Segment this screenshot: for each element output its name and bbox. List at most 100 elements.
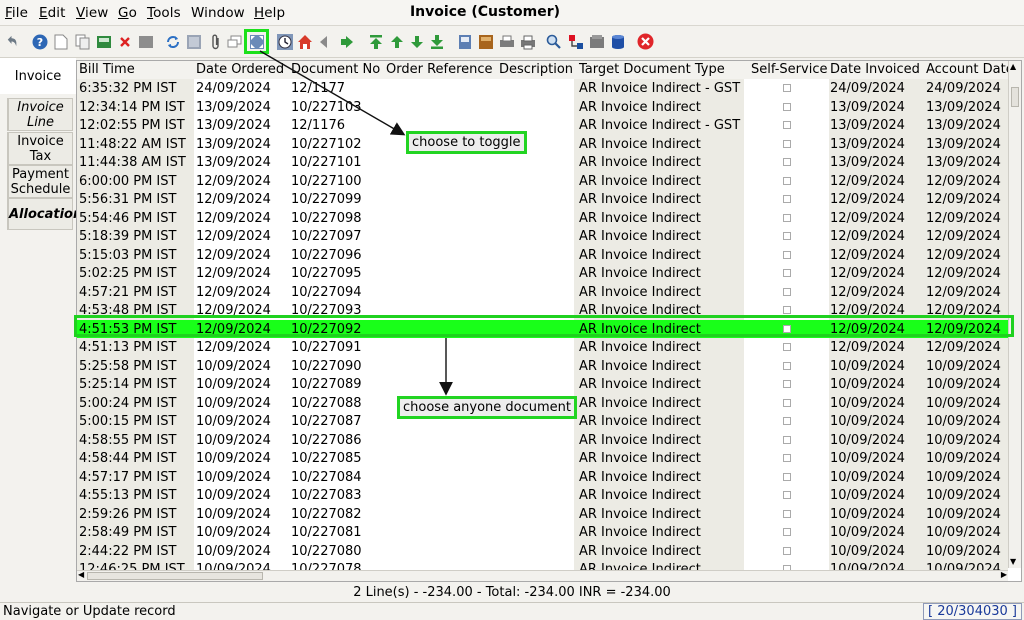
help-icon[interactable]: ? [31, 33, 48, 50]
column-header-date-ordered[interactable]: Date Ordered [196, 62, 284, 77]
table-row[interactable]: 4:57:21 PM IST 12/09/2024 10/227094 AR Invo… [77, 282, 1008, 301]
self-service-checkbox[interactable] [783, 250, 791, 259]
table-row[interactable]: 5:15:03 PM IST 12/09/2024 10/227096 AR Invo… [77, 245, 1008, 264]
previous-record-icon[interactable] [388, 33, 405, 50]
menu-tools[interactable]: Tools [147, 5, 181, 21]
table-row[interactable]: 5:18:39 PM IST 12/09/2024 10/227097 AR Invo… [77, 227, 1008, 246]
table-row[interactable]: 11:44:38 AM IST 13/09/2024 10/227101 AR Inv… [77, 153, 1008, 172]
table-row[interactable]: 5:56:31 PM IST 12/09/2024 10/227099 AR Invo… [77, 190, 1008, 209]
self-service-checkbox[interactable] [783, 213, 791, 222]
detail-record-icon[interactable] [338, 33, 355, 50]
horizontal-scroll-thumb[interactable] [87, 572, 263, 580]
print-icon[interactable] [519, 33, 536, 50]
delete-icon[interactable] [116, 33, 133, 50]
menu-go[interactable]: Go [118, 5, 137, 21]
vertical-scrollbar[interactable]: ▲ ▼ [1008, 61, 1021, 568]
self-service-checkbox[interactable] [783, 269, 791, 277]
self-service-checkbox[interactable] [783, 491, 791, 499]
record-counter[interactable]: [ 20/304030 ] [923, 603, 1022, 620]
exit-icon[interactable] [637, 33, 654, 50]
self-service-checkbox[interactable] [783, 102, 791, 111]
menu-help[interactable]: Help [254, 5, 285, 21]
self-service-checkbox[interactable] [783, 343, 791, 351]
tab-invoice[interactable]: Invoice [0, 58, 76, 94]
request-icon[interactable] [588, 33, 605, 50]
find-icon[interactable] [185, 33, 202, 50]
table-row[interactable]: 2:44:22 PM IST 10/09/2024 10/227080 AR Invo… [77, 541, 1008, 560]
menu-file[interactable]: File [5, 5, 28, 21]
home-icon[interactable] [296, 33, 313, 50]
column-header-account-date[interactable]: Account Date [926, 62, 1014, 77]
table-row[interactable]: 6:35:32 PM IST 24/09/2024 12/1177 AR Invoic… [77, 79, 1008, 98]
self-service-checkbox[interactable] [783, 139, 791, 148]
save-icon[interactable] [95, 33, 112, 50]
self-service-checkbox[interactable] [783, 158, 791, 166]
vertical-scroll-thumb[interactable] [1011, 87, 1019, 107]
copy-record-icon[interactable] [74, 33, 91, 50]
table-row[interactable]: 4:51:53 PM IST 12/09/2024 10/227092 AR Invo… [77, 319, 1008, 338]
column-header-date-invoiced[interactable]: Date Invoiced [830, 62, 920, 77]
scroll-down-icon[interactable]: ▼ [1010, 557, 1016, 566]
self-service-checkbox[interactable] [783, 417, 791, 425]
table-row[interactable]: 5:25:58 PM IST 10/09/2024 10/227090 AR Invo… [77, 356, 1008, 375]
archive-icon[interactable] [477, 33, 494, 50]
table-row[interactable]: 12:02:55 PM IST 13/09/2024 12/1176 AR Invoi… [77, 116, 1008, 135]
tab-invoice-line[interactable]: Invoice Line [7, 98, 73, 131]
column-header-self-service[interactable]: Self-Service [751, 62, 827, 77]
table-row[interactable]: 5:02:25 PM IST 12/09/2024 10/227095 AR Invo… [77, 264, 1008, 283]
table-row[interactable]: 4:55:13 PM IST 10/09/2024 10/227083 AR Invo… [77, 486, 1008, 505]
self-service-checkbox[interactable] [783, 472, 791, 481]
column-header-target-document-type[interactable]: Target Document Type [579, 62, 725, 77]
table-row[interactable]: 12:34:14 PM IST 13/09/2024 10/227103 AR Inv… [77, 97, 1008, 116]
table-row[interactable]: 5:54:46 PM IST 12/09/2024 10/227098 AR Invo… [77, 208, 1008, 227]
table-row[interactable]: 4:58:44 PM IST 10/09/2024 10/227085 AR Invo… [77, 449, 1008, 468]
table-row[interactable]: 4:53:48 PM IST 12/09/2024 10/227093 AR Invo… [77, 301, 1008, 320]
self-service-checkbox[interactable] [783, 324, 791, 333]
parent-record-icon[interactable] [317, 33, 334, 50]
self-service-checkbox[interactable] [783, 84, 791, 92]
toggle-grid-icon[interactable] [248, 33, 265, 50]
horizontal-scrollbar[interactable]: ◀ ▶ [77, 570, 1008, 581]
self-service-checkbox[interactable] [783, 509, 791, 518]
scroll-up-icon[interactable]: ▲ [1010, 62, 1016, 71]
menu-window[interactable]: Window [191, 5, 245, 21]
self-service-checkbox[interactable] [783, 361, 791, 370]
scroll-right-icon[interactable]: ▶ [1001, 570, 1007, 579]
self-service-checkbox[interactable] [783, 398, 791, 407]
self-service-checkbox[interactable] [783, 306, 791, 314]
column-header-document-no[interactable]: Document No [291, 62, 380, 77]
first-record-icon[interactable] [367, 33, 384, 50]
print-preview-icon[interactable] [498, 33, 515, 50]
self-service-checkbox[interactable] [783, 380, 791, 388]
chat-icon[interactable] [226, 33, 243, 50]
last-record-icon[interactable] [428, 33, 445, 50]
table-row[interactable]: 2:58:49 PM IST 10/09/2024 10/227081 AR Invo… [77, 523, 1008, 542]
refresh-icon[interactable] [164, 33, 181, 50]
attachment-icon[interactable] [207, 33, 224, 50]
table-row[interactable]: 6:00:00 PM IST 12/09/2024 10/227100 AR Invo… [77, 171, 1008, 190]
zoom-across-icon[interactable] [545, 33, 562, 50]
tab-allocation[interactable]: Allocation [7, 198, 82, 230]
self-service-checkbox[interactable] [783, 195, 791, 203]
new-record-icon[interactable] [52, 33, 69, 50]
table-row[interactable]: 4:58:55 PM IST 10/09/2024 10/227086 AR Invo… [77, 430, 1008, 449]
self-service-checkbox[interactable] [783, 121, 791, 129]
table-row[interactable]: 5:25:14 PM IST 10/09/2024 10/227089 AR Invo… [77, 375, 1008, 394]
delete-selection-icon[interactable] [137, 33, 154, 50]
column-header-bill-time[interactable]: Bill Time [79, 62, 135, 77]
menu-edit[interactable]: Edit [39, 5, 66, 21]
history-icon[interactable] [276, 33, 293, 50]
table-row[interactable]: 11:48:22 AM IST 13/09/2024 10/227102 AR Inv… [77, 134, 1008, 153]
workflow-icon[interactable] [567, 33, 584, 50]
table-row[interactable]: 4:51:13 PM IST 12/09/2024 10/227091 AR Invo… [77, 338, 1008, 357]
column-header-order-reference[interactable]: Order Reference [386, 62, 493, 77]
product-info-icon[interactable] [609, 33, 626, 50]
self-service-checkbox[interactable] [783, 176, 791, 185]
self-service-checkbox[interactable] [783, 528, 791, 536]
report-icon[interactable] [456, 33, 473, 50]
menu-view[interactable]: View [76, 5, 108, 21]
self-service-checkbox[interactable] [783, 546, 791, 555]
undo-icon[interactable] [3, 33, 20, 50]
tab-payment-schedule[interactable]: Payment Schedule [7, 165, 73, 198]
next-record-icon[interactable] [408, 33, 425, 50]
